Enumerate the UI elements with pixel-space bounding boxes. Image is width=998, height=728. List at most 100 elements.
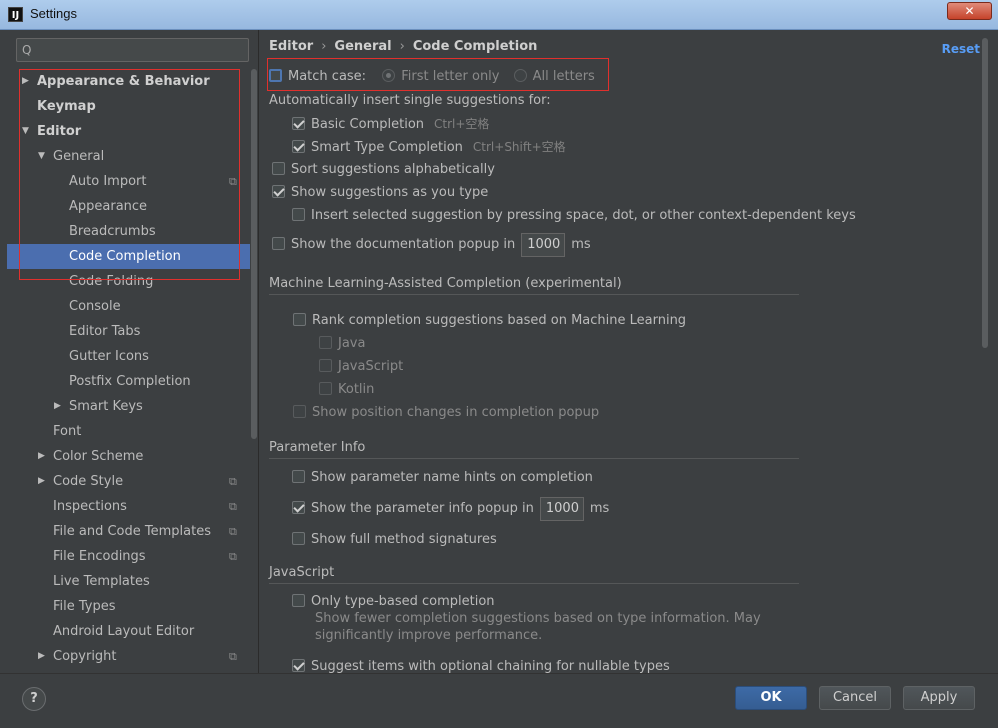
- sidebar-item[interactable]: Postfix Completion: [7, 369, 250, 394]
- ml-rank-label[interactable]: Rank completion suggestions based on Mac…: [312, 313, 686, 328]
- full-sig-row[interactable]: Show full method signatures: [292, 531, 497, 549]
- doc-popup-delay-input[interactable]: 1000: [521, 233, 566, 257]
- basic-completion-label[interactable]: Basic Completion: [311, 117, 424, 132]
- chevron-right-icon[interactable]: ▶: [38, 444, 45, 469]
- full-sig-checkbox[interactable]: [292, 532, 305, 545]
- param-popup-label[interactable]: Show the parameter info popup in: [311, 501, 534, 516]
- sidebar-item[interactable]: Inspections ⧉: [7, 494, 250, 519]
- show-as-type-label[interactable]: Show suggestions as you type: [291, 185, 488, 200]
- show-as-type-checkbox[interactable]: [272, 185, 285, 198]
- js-type-based-label[interactable]: Only type-based completion: [311, 594, 495, 609]
- sidebar-scrollbar[interactable]: [250, 69, 258, 673]
- insert-selected-row[interactable]: Insert selected suggestion by pressing s…: [292, 207, 856, 225]
- param-popup-checkbox[interactable]: [292, 501, 305, 514]
- sort-alpha-checkbox[interactable]: [272, 162, 285, 175]
- insert-selected-label[interactable]: Insert selected suggestion by pressing s…: [311, 208, 856, 223]
- ml-javascript-checkbox[interactable]: [319, 359, 332, 372]
- auto-insert-heading: Automatically insert single suggestions …: [269, 93, 551, 108]
- chevron-right-icon[interactable]: ▶: [54, 394, 61, 419]
- smart-completion-row[interactable]: Smart Type Completion Ctrl+Shift+空格: [292, 138, 566, 157]
- sort-alpha-row[interactable]: Sort suggestions alphabetically: [272, 161, 495, 179]
- ml-kotlin-row[interactable]: Kotlin: [319, 381, 374, 399]
- sidebar-item[interactable]: File Types: [7, 594, 250, 619]
- code-completion-panel: Editor › General › Code Completion Reset Mat…: [259, 30, 998, 673]
- sidebar-item[interactable]: File and Code Templates ⧉: [7, 519, 250, 544]
- ml-section-heading: Machine Learning-Assisted Completion (ex…: [269, 276, 622, 291]
- sidebar-item[interactable]: ▶ Color Scheme: [7, 444, 250, 469]
- breadcrumb-general: General: [334, 39, 392, 54]
- doc-popup-label[interactable]: Show the documentation popup in: [291, 237, 515, 252]
- smart-completion-checkbox[interactable]: [292, 140, 305, 153]
- doc-popup-row: Show the documentation popup in 1000 ms: [272, 233, 591, 257]
- cancel-button[interactable]: Cancel: [819, 686, 891, 710]
- sidebar-scroll-thumb[interactable]: [251, 69, 257, 439]
- param-popup-unit: ms: [589, 501, 610, 516]
- sidebar-item[interactable]: ▶ Copyright ⧉: [7, 644, 250, 669]
- param-hints-label[interactable]: Show parameter name hints on completion: [311, 470, 593, 485]
- param-section-heading: Parameter Info: [269, 440, 366, 455]
- ml-javascript-label[interactable]: JavaScript: [338, 359, 403, 374]
- sidebar-item-label: Console: [69, 299, 121, 314]
- ml-kotlin-checkbox[interactable]: [319, 382, 332, 395]
- js-chaining-label[interactable]: Suggest items with optional chaining for…: [311, 659, 670, 673]
- js-chaining-row[interactable]: Suggest items with optional chaining for…: [292, 658, 670, 673]
- sidebar-item-label: File and Code Templates: [53, 524, 211, 539]
- sort-alpha-label[interactable]: Sort suggestions alphabetically: [291, 162, 495, 177]
- ml-rank-row[interactable]: Rank completion suggestions based on Mac…: [293, 312, 686, 330]
- doc-popup-checkbox[interactable]: [272, 237, 285, 250]
- param-hints-row[interactable]: Show parameter name hints on completion: [292, 469, 593, 487]
- smart-completion-shortcut: Ctrl+Shift+空格: [472, 140, 566, 154]
- ok-button[interactable]: OK: [735, 686, 807, 710]
- doc-popup-unit: ms: [571, 237, 591, 252]
- sidebar-item[interactable]: ▶ Code Style ⧉: [7, 469, 250, 494]
- sidebar-item-label: Gutter Icons: [69, 349, 149, 364]
- basic-completion-checkbox[interactable]: [292, 117, 305, 130]
- reset-link[interactable]: Reset: [942, 42, 980, 56]
- ml-position-label[interactable]: Show position changes in completion popu…: [312, 405, 599, 420]
- close-button[interactable]: ✕: [947, 2, 992, 20]
- sidebar-item[interactable]: Font: [7, 419, 250, 444]
- ml-rank-checkbox[interactable]: [293, 313, 306, 326]
- sidebar-item[interactable]: Gutter Icons: [7, 344, 250, 369]
- smart-completion-label[interactable]: Smart Type Completion: [311, 140, 463, 155]
- sidebar-item[interactable]: Console: [7, 294, 250, 319]
- basic-completion-row[interactable]: Basic Completion Ctrl+空格: [292, 115, 489, 134]
- param-hints-checkbox[interactable]: [292, 470, 305, 483]
- ml-kotlin-label[interactable]: Kotlin: [338, 382, 374, 397]
- sidebar-item-label: Font: [53, 424, 82, 439]
- sidebar-item[interactable]: Editor Tabs: [7, 319, 250, 344]
- show-as-type-row[interactable]: Show suggestions as you type: [272, 184, 488, 202]
- sidebar-item[interactable]: File Encodings ⧉: [7, 544, 250, 569]
- param-section-divider: [269, 458, 799, 459]
- breadcrumb: Editor › General › Code Completion: [269, 39, 537, 54]
- js-type-based-checkbox[interactable]: [292, 594, 305, 607]
- content-scrollbar[interactable]: [981, 30, 989, 673]
- apply-button[interactable]: Apply: [903, 686, 975, 710]
- help-button[interactable]: ?: [22, 687, 46, 711]
- ml-java-label[interactable]: Java: [338, 336, 365, 351]
- js-type-based-desc-2: significantly improve performance.: [315, 628, 543, 643]
- ml-position-checkbox[interactable]: [293, 405, 306, 418]
- sidebar-item-label: Android Layout Editor: [53, 624, 195, 639]
- sidebar-item[interactable]: Android Layout Editor: [7, 619, 250, 644]
- content-scroll-thumb[interactable]: [982, 38, 988, 348]
- ml-java-checkbox[interactable]: [319, 336, 332, 349]
- param-popup-delay-input[interactable]: 1000: [539, 497, 584, 521]
- js-type-based-row[interactable]: Only type-based completion: [292, 593, 495, 611]
- project-settings-icon: ⧉: [229, 650, 237, 663]
- ml-java-row[interactable]: Java: [319, 335, 365, 353]
- sidebar-item-label: Live Templates: [53, 574, 150, 589]
- settings-search-input[interactable]: Q: [16, 38, 249, 62]
- sidebar-item[interactable]: ▶ Smart Keys: [7, 394, 250, 419]
- js-section-divider: [269, 583, 799, 584]
- ml-javascript-row[interactable]: JavaScript: [319, 358, 403, 376]
- dialog-footer: ? OK Cancel Apply: [0, 673, 998, 728]
- js-chaining-checkbox[interactable]: [292, 659, 305, 672]
- sidebar-item-label: Smart Keys: [69, 399, 143, 414]
- sidebar-item[interactable]: Live Templates: [7, 569, 250, 594]
- ml-position-row[interactable]: Show position changes in completion popu…: [293, 404, 599, 422]
- insert-selected-checkbox[interactable]: [292, 208, 305, 221]
- full-sig-label[interactable]: Show full method signatures: [311, 532, 497, 547]
- chevron-right-icon[interactable]: ▶: [38, 469, 45, 494]
- chevron-right-icon[interactable]: ▶: [38, 644, 45, 669]
